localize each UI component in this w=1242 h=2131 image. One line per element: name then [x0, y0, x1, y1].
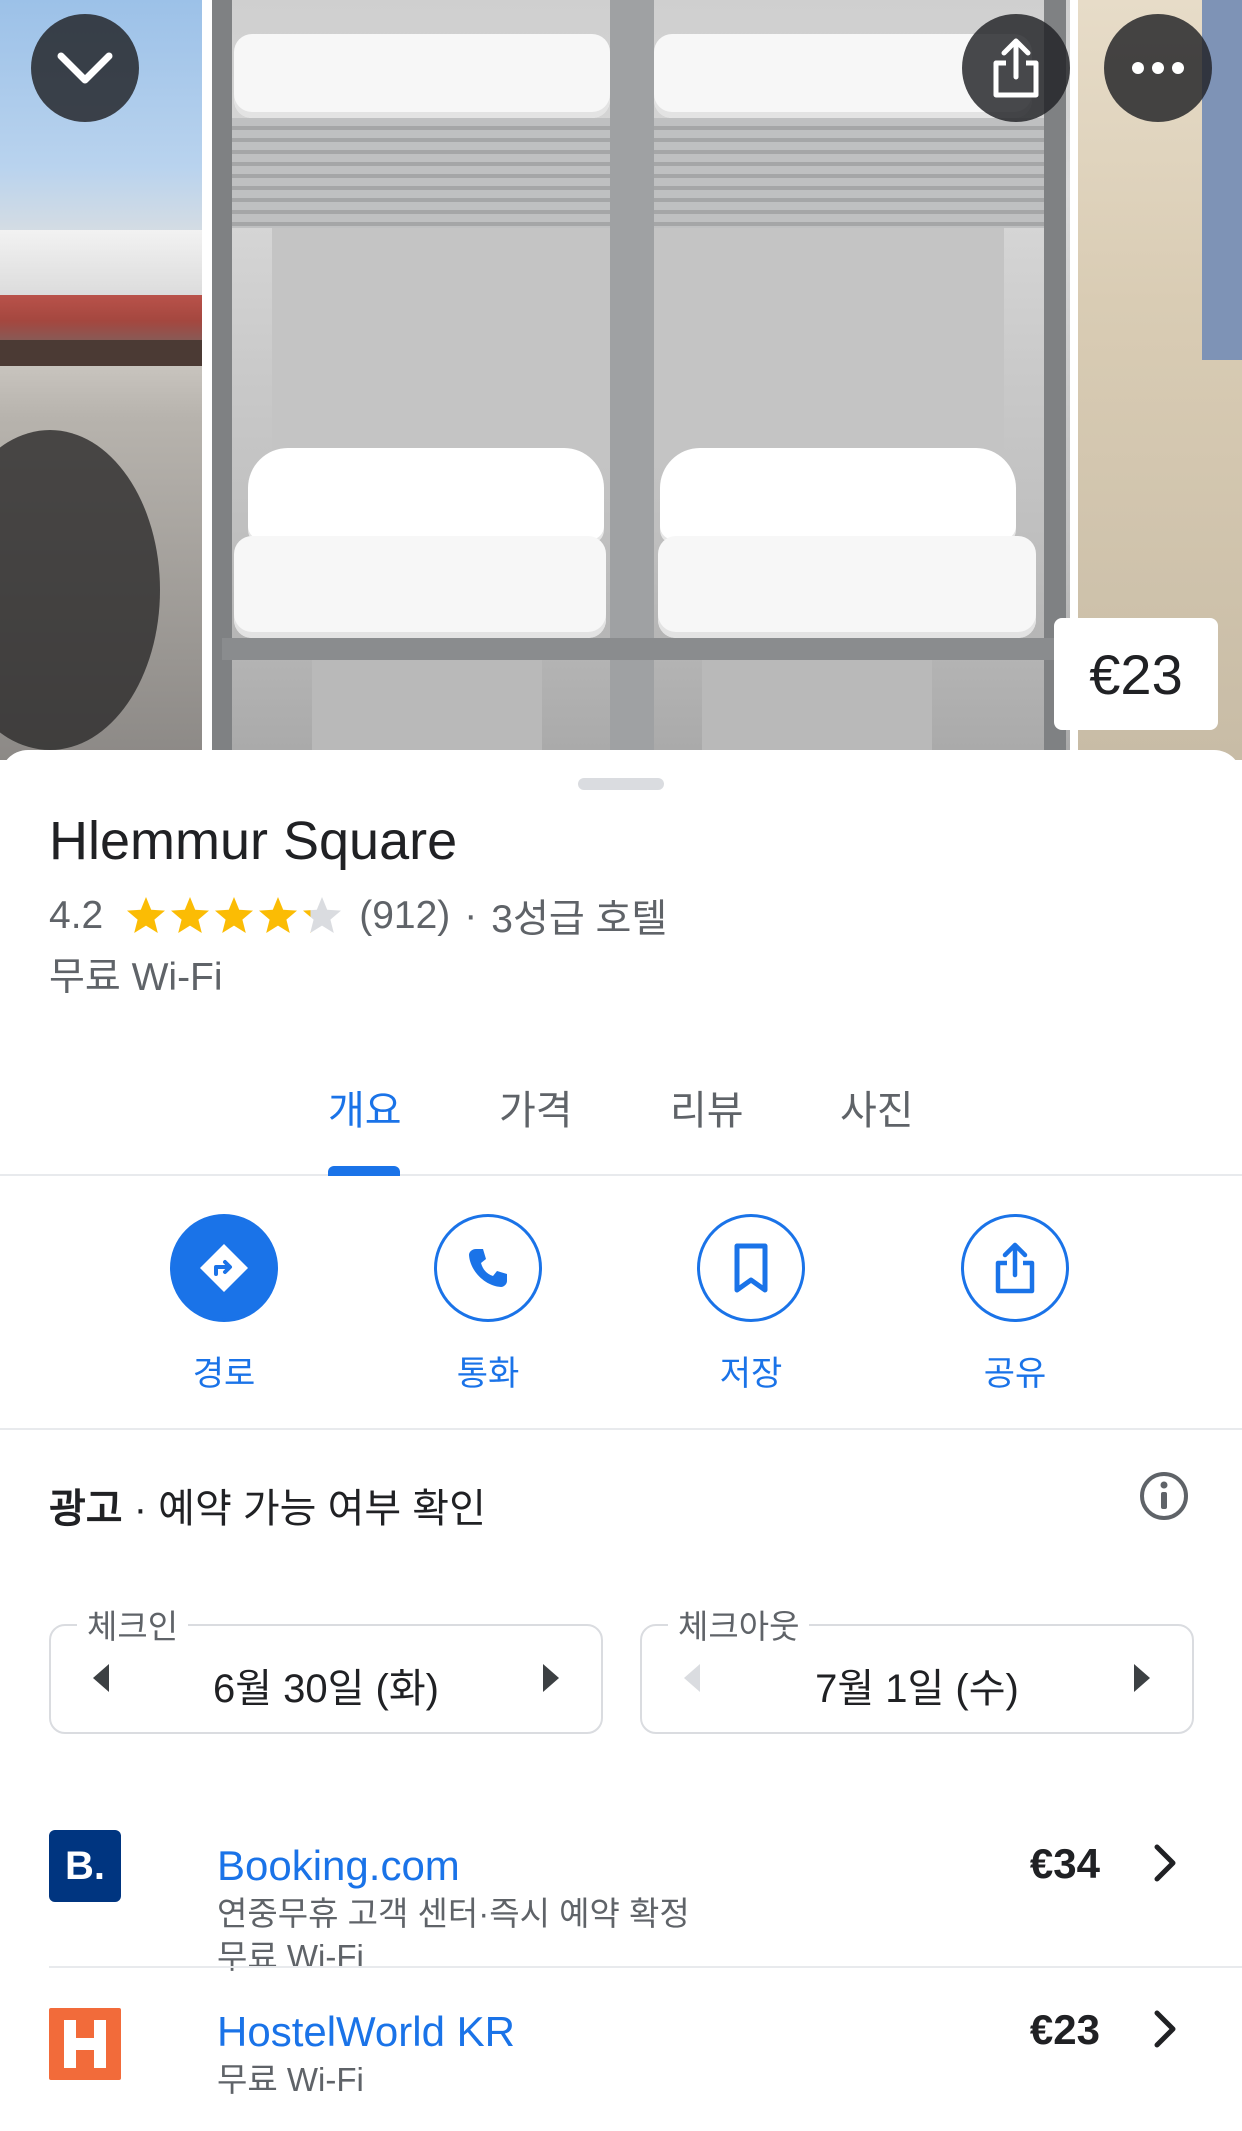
- call-button[interactable]: 통화: [418, 1214, 558, 1395]
- photo-duvet-right: [660, 448, 1016, 540]
- action-row: 경로 통화 저장 공유: [0, 1176, 1242, 1430]
- directions-icon: [200, 1244, 248, 1292]
- booking-logo: B.: [49, 1830, 121, 1902]
- star-icon: [215, 897, 254, 933]
- checkin-date: 6월 30일 (화): [212, 1667, 439, 1711]
- drag-handle[interactable]: [578, 778, 664, 790]
- provider-price: €34: [1029, 1840, 1100, 1887]
- provider-name[interactable]: Booking.com: [217, 1842, 460, 1890]
- save-circle: [697, 1214, 805, 1322]
- save-button[interactable]: 저장: [681, 1214, 821, 1395]
- checkin-label: 체크인: [77, 1600, 189, 1648]
- checkin-picker[interactable]: 체크인 6월 30일 (화): [49, 1600, 603, 1734]
- chevron-right-icon: [1154, 2010, 1176, 2048]
- star-icon: [171, 897, 210, 933]
- photo-lower-mattress-right: [658, 536, 1036, 638]
- place-sheet: Hlemmur Square 4.2 (912) · 3성급 호텔 무료 Wi-…: [0, 750, 1242, 2131]
- bookmark-icon: [734, 1243, 768, 1293]
- photo-shadow: [0, 430, 160, 750]
- photo-bed-base: [222, 638, 1056, 660]
- booking-logo-text: B.: [65, 1843, 105, 1888]
- share-icon: [993, 38, 1039, 98]
- hostelworld-logo-mark: [64, 2020, 106, 2068]
- more-options-button[interactable]: [1104, 14, 1212, 122]
- star-icon: [259, 897, 298, 933]
- call-label: 통화: [456, 1355, 520, 1393]
- save-label: 저장: [719, 1355, 783, 1393]
- info-icon[interactable]: [1138, 1470, 1190, 1522]
- tab-overview[interactable]: 개요: [328, 1078, 402, 1136]
- checkout-picker[interactable]: 체크아웃 7월 1일 (수): [640, 1600, 1194, 1734]
- share-label: 공유: [983, 1355, 1047, 1393]
- share-circle: [961, 1214, 1069, 1322]
- provider-details: 무료 Wi-Fi: [217, 2058, 364, 2101]
- photo-price-tag[interactable]: €23: [1054, 618, 1218, 730]
- provider-row-booking[interactable]: B. Booking.com €34 연중무휴 고객 센터·즉시 예약 확정 무…: [0, 1784, 1242, 1975]
- provider-row-hostelworld[interactable]: HostelWorld KR €23 무료 Wi-Fi: [0, 1968, 1242, 2131]
- chevron-down-icon: [57, 52, 113, 84]
- photo-lower-mattress-left: [234, 536, 606, 638]
- availability-heading: 광고 · 예약 가능 여부 확인: [49, 1476, 486, 1534]
- tab-bar: 개요 가격 리뷰 사진: [0, 1050, 1242, 1176]
- photo-top-mattress-left: [234, 34, 610, 118]
- hero-share-button[interactable]: [962, 14, 1070, 122]
- share-button[interactable]: 공유: [945, 1214, 1085, 1395]
- photo-carousel[interactable]: €23: [0, 0, 1242, 760]
- provider-detail-line: 연중무휴 고객 센터·즉시 예약 확정: [217, 1895, 690, 1932]
- tab-active-indicator: [328, 1166, 400, 1176]
- place-title: Hlemmur Square: [49, 811, 458, 871]
- chevron-right-icon: [1154, 1844, 1176, 1882]
- hostelworld-logo: [49, 2008, 121, 2080]
- provider-detail-line: 무료 Wi-Fi: [217, 2061, 364, 2098]
- collapse-button[interactable]: [31, 14, 139, 122]
- amenity-wifi: 무료 Wi-Fi: [49, 956, 223, 999]
- phone-icon: [469, 1249, 507, 1287]
- checkout-next-icon[interactable]: [1134, 1664, 1150, 1692]
- provider-price: €23: [1029, 2006, 1100, 2053]
- share-icon: [995, 1242, 1035, 1294]
- photo-drawer-left: [312, 660, 542, 760]
- checkout-label: 체크아웃: [668, 1600, 810, 1648]
- photo-railing: [0, 340, 202, 366]
- star-icon: [303, 897, 342, 933]
- tab-photos[interactable]: 사진: [840, 1078, 914, 1136]
- separator-dot: ·: [464, 894, 478, 937]
- directions-label: 경로: [192, 1355, 256, 1393]
- tab-prices[interactable]: 가격: [499, 1078, 573, 1136]
- rating-row[interactable]: 4.2 (912) · 3성급 호텔: [49, 888, 667, 944]
- tab-reviews[interactable]: 리뷰: [670, 1078, 744, 1136]
- photo-duvet-left: [248, 448, 604, 540]
- ad-label: 광고: [49, 1487, 123, 1531]
- availability-title: · 예약 가능 여부 확인: [122, 1487, 486, 1531]
- photo-bunk-room[interactable]: [212, 0, 1070, 760]
- directions-button[interactable]: 경로: [154, 1214, 294, 1395]
- hotel-category: 3성급 호텔: [491, 898, 668, 941]
- review-count: (912): [359, 894, 451, 937]
- photo-drawer-right: [702, 660, 932, 760]
- call-circle: [434, 1214, 542, 1322]
- provider-name[interactable]: HostelWorld KR: [217, 2008, 515, 2056]
- directions-circle: [170, 1214, 278, 1322]
- star-icon: [127, 897, 166, 933]
- rating-stars: [125, 895, 345, 937]
- rating-value: 4.2: [49, 894, 104, 937]
- more-horizontal-icon: [1132, 62, 1184, 74]
- checkin-next-icon[interactable]: [543, 1664, 559, 1692]
- checkout-date: 7월 1일 (수): [815, 1667, 1019, 1711]
